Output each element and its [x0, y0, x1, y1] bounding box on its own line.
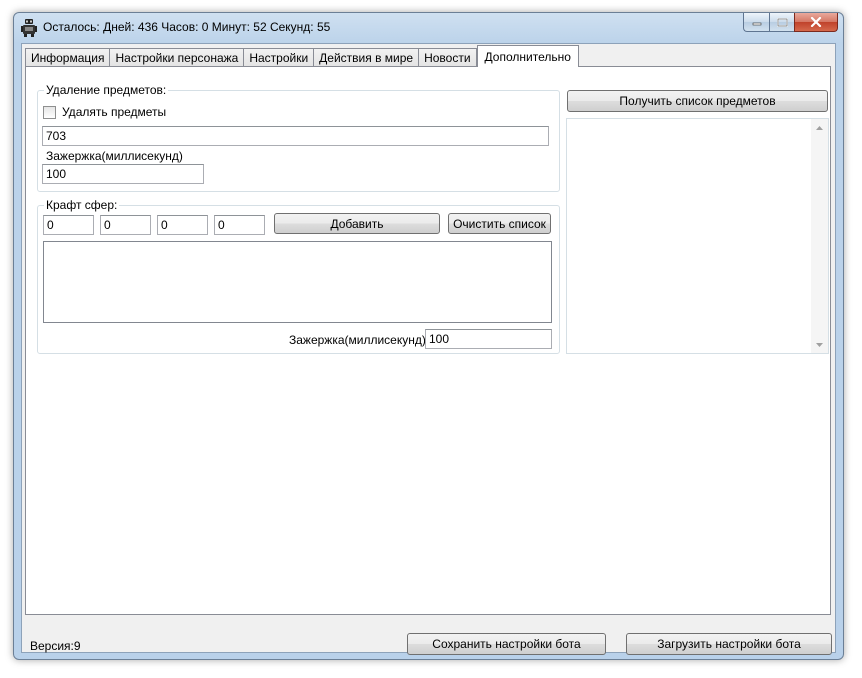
tab-page-additional: Удаление предметов: Удалять предметы 703… — [25, 66, 831, 615]
arrow-down-icon — [816, 342, 823, 347]
delete-items-group: Удаление предметов: Удалять предметы 703… — [37, 83, 560, 192]
craft-delay-label: Зажержка(миллисекунд) — [289, 333, 426, 347]
version-label: Версия:9 — [30, 639, 81, 653]
get-items-list-button[interactable]: Получить список предметов — [567, 90, 828, 112]
main-window: Осталось: Дней: 436 Часов: 0 Минут: 52 С… — [13, 12, 844, 660]
craft-field-2[interactable]: 0 — [100, 215, 151, 235]
robot-icon — [21, 19, 37, 37]
arrow-up-icon — [816, 125, 823, 130]
clear-list-button[interactable]: Очистить список — [448, 213, 551, 234]
craft-field-4[interactable]: 0 — [214, 215, 265, 235]
load-settings-button[interactable]: Загрузить настройки бота — [626, 633, 832, 655]
craft-delay-input[interactable]: 100 — [425, 329, 552, 349]
tab-settings[interactable]: Настройки — [243, 48, 315, 67]
tab-additional[interactable]: Дополнительно — [476, 45, 579, 67]
maximize-button[interactable] — [769, 13, 794, 32]
craft-list[interactable] — [43, 241, 552, 323]
craft-field-1[interactable]: 0 — [43, 215, 94, 235]
scroll-up-button[interactable] — [811, 119, 828, 136]
delete-items-input[interactable]: 703 — [42, 126, 549, 146]
tab-info[interactable]: Информация — [25, 48, 111, 67]
minimize-icon — [752, 22, 761, 26]
tab-news[interactable]: Новости — [418, 48, 477, 67]
craft-field-3[interactable]: 0 — [157, 215, 208, 235]
delete-items-group-title: Удаление предметов: — [44, 83, 169, 97]
title-bar[interactable]: Осталось: Дней: 436 Часов: 0 Минут: 52 С… — [14, 13, 843, 43]
items-list[interactable] — [566, 118, 829, 354]
tab-strip: Информация Настройки персонажа Настройки… — [25, 45, 579, 67]
delete-items-checkbox-label[interactable]: Удалять предметы — [62, 105, 166, 119]
close-icon — [810, 17, 822, 27]
scroll-down-button[interactable] — [811, 336, 828, 353]
tab-world-actions[interactable]: Действия в мире — [313, 48, 420, 67]
add-button[interactable]: Добавить — [274, 213, 440, 234]
client-area: Информация Настройки персонажа Настройки… — [21, 43, 836, 655]
craft-spheres-group: Крафт сфер: 0 0 0 0 Добавить Очистить сп… — [37, 198, 560, 354]
window-title: Осталось: Дней: 436 Часов: 0 Минут: 52 С… — [43, 20, 331, 34]
items-list-scrollbar[interactable] — [811, 119, 828, 353]
save-settings-button[interactable]: Сохранить настройки бота — [407, 633, 606, 655]
caption-buttons — [743, 13, 838, 33]
maximize-icon — [776, 17, 788, 27]
minimize-button[interactable] — [743, 13, 769, 32]
tab-character-settings[interactable]: Настройки персонажа — [109, 48, 245, 67]
delete-items-delay-label: Зажержка(миллисекунд) — [46, 149, 183, 163]
close-button[interactable] — [794, 13, 838, 32]
delete-items-delay-input[interactable]: 100 — [42, 164, 204, 184]
craft-spheres-group-title: Крафт сфер: — [44, 198, 120, 212]
delete-items-checkbox[interactable] — [43, 106, 56, 119]
